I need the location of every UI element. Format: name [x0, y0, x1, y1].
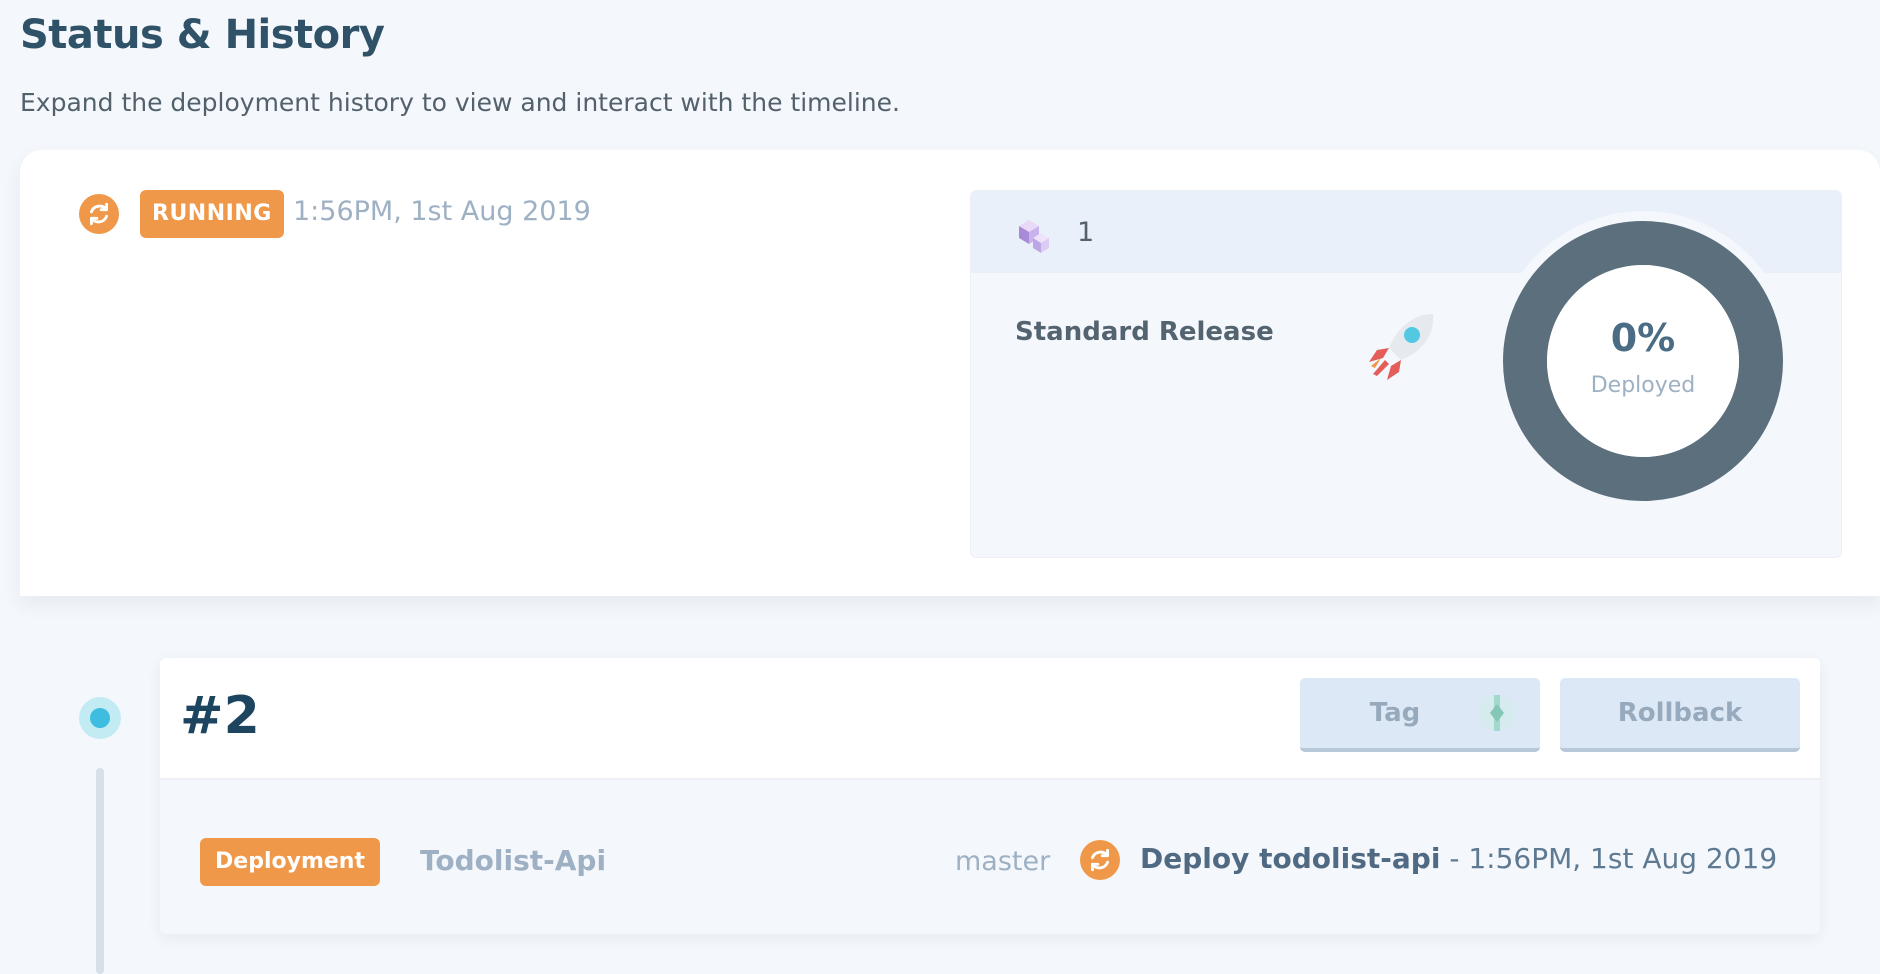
description-separator: - — [1440, 842, 1469, 875]
deployment-time: 1:56PM, 1st Aug 2019 — [1468, 842, 1778, 875]
cube-icon — [1019, 220, 1049, 253]
deployment-description: Deploy todolist-api - 1:56PM, 1st Aug 20… — [1140, 842, 1777, 875]
sync-icon — [1080, 840, 1120, 880]
page-subtitle: Expand the deployment history to view an… — [20, 88, 900, 117]
page-title: Status & History — [20, 12, 385, 58]
deployment-card[interactable]: #2 Tag Rollback Deployment Todolist-Api … — [160, 658, 1820, 934]
rollback-button[interactable]: Rollback — [1560, 678, 1800, 752]
tag-icon — [1479, 695, 1515, 731]
timeline-node[interactable] — [90, 708, 110, 728]
deployment-row: Deployment Todolist-Api master Deploy to… — [160, 778, 1820, 934]
deployment-number: #2 — [180, 686, 260, 746]
deployment-action[interactable]: Deploy todolist-api — [1140, 842, 1440, 875]
status-badge: RUNNING — [140, 190, 284, 238]
release-name: Standard Release — [1015, 317, 1274, 347]
tag-button[interactable]: Tag — [1300, 678, 1540, 752]
gauge-percent: 0% — [1610, 316, 1676, 360]
release-panel: 1 Standard Release 0% Deployed — [970, 190, 1842, 558]
app-name-link[interactable]: Todolist-Api — [420, 844, 606, 877]
timeline-line — [96, 768, 104, 974]
release-count: 1 — [1077, 217, 1095, 248]
deploy-progress-gauge: 0% Deployed — [1493, 211, 1793, 511]
sync-icon — [79, 194, 119, 234]
status-timestamp: 1:56PM, 1st Aug 2019 — [293, 196, 591, 227]
status-card: RUNNING 1:56PM, 1st Aug 2019 1 Standard … — [20, 150, 1880, 596]
gauge-caption: Deployed — [1590, 373, 1696, 398]
branch-name: master — [955, 846, 1051, 877]
deployment-type-badge: Deployment — [200, 838, 380, 886]
tag-button-label: Tag — [1369, 698, 1421, 728]
rocket-icon — [1369, 314, 1434, 380]
